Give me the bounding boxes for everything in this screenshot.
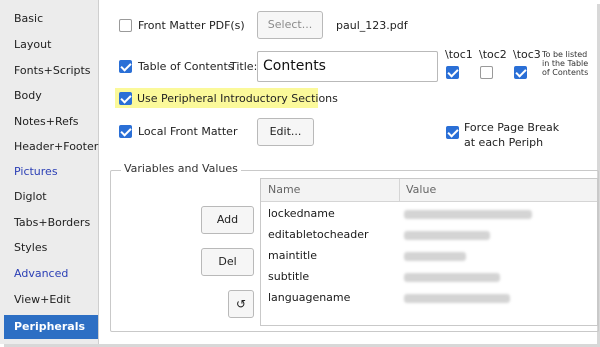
table-row[interactable]: lockedname [261, 204, 597, 225]
toc-checkbox[interactable] [119, 60, 132, 73]
front-matter-filename: paul_123.pdf [336, 19, 408, 32]
del-button[interactable]: Del [201, 248, 254, 276]
row-value-redacted [404, 210, 532, 219]
use-peripheral-label: Use Peripheral Introductory Sections [137, 92, 338, 105]
column-divider [399, 179, 400, 201]
sidebar-item-basic[interactable]: Basic [14, 10, 43, 28]
row-name: maintitle [268, 249, 317, 262]
front-matter-pdf-label: Front Matter PDF(s) [138, 19, 245, 32]
force-page-break-line-1: Force Page Break [464, 121, 560, 134]
toc2-checkbox[interactable] [480, 66, 493, 79]
toc1-checkbox[interactable] [446, 66, 459, 79]
sidebar-item-fonts-scripts[interactable]: Fonts+Scripts [14, 62, 91, 80]
row-value-redacted [404, 294, 510, 303]
sidebar-item-advanced[interactable]: Advanced [14, 265, 68, 283]
column-header-name[interactable]: Name [268, 183, 300, 196]
sidebar-item-layout[interactable]: Layout [14, 36, 51, 54]
table-row[interactable]: editabletocheader [261, 225, 597, 246]
toc-note-line-2: in the Table [542, 59, 589, 68]
sidebar-item-body[interactable]: Body [14, 87, 42, 105]
table-header: Name Value [261, 179, 597, 202]
row-value-redacted [404, 252, 466, 261]
local-front-matter-checkbox[interactable] [119, 125, 132, 138]
sidebar-item-styles[interactable]: Styles [14, 239, 47, 257]
sidebar-item-tabs-borders[interactable]: Tabs+Borders [14, 214, 90, 232]
add-button[interactable]: Add [201, 206, 254, 234]
edit-button[interactable]: Edit... [257, 118, 314, 146]
toc3-label: \toc3 [513, 48, 541, 61]
refresh-button[interactable]: ↺ [228, 290, 254, 318]
use-peripheral-checkbox[interactable] [119, 92, 132, 105]
toc-label: Table of Contents [138, 60, 234, 73]
sidebar: Basic Layout Fonts+Scripts Body Notes+Re… [0, 0, 99, 344]
variables-table[interactable]: Name Value lockedname editabletocheader … [260, 178, 598, 326]
front-matter-pdf-checkbox[interactable] [119, 19, 132, 32]
toc-note-line-1: To be listed [542, 50, 588, 59]
sidebar-item-peripherals[interactable]: Peripherals [4, 315, 98, 339]
toc-title-input[interactable]: Contents [257, 51, 438, 82]
column-header-value[interactable]: Value [406, 183, 436, 196]
toc1-label: \toc1 [445, 48, 473, 61]
variables-group-title: Variables and Values [121, 162, 241, 175]
toc3-checkbox[interactable] [514, 66, 527, 79]
toc-note: To be listed in the Table of Contents [542, 50, 588, 77]
sidebar-item-header-footer[interactable]: Header+Footer [14, 138, 98, 156]
table-row[interactable]: languagename [261, 288, 597, 309]
table-row[interactable]: subtitle [261, 267, 597, 288]
toc-title-label: Title: [230, 60, 258, 73]
toc2-label: \toc2 [479, 48, 507, 61]
row-value-redacted [404, 231, 490, 240]
sidebar-item-view-edit[interactable]: View+Edit [14, 291, 71, 309]
force-page-break-label: Force Page Break at each Periph [464, 120, 559, 150]
row-name: subtitle [268, 270, 310, 283]
select-button[interactable]: Select... [257, 11, 323, 39]
row-name: editabletocheader [268, 228, 369, 241]
row-name: languagename [268, 291, 351, 304]
refresh-icon: ↺ [235, 297, 247, 311]
sidebar-item-diglot[interactable]: Diglot [14, 188, 47, 206]
force-page-break-line-2: at each Periph [464, 136, 544, 149]
table-row[interactable]: maintitle [261, 246, 597, 267]
sidebar-item-notes-refs[interactable]: Notes+Refs [14, 113, 79, 131]
sidebar-item-pictures[interactable]: Pictures [14, 163, 58, 181]
force-page-break-checkbox[interactable] [446, 126, 459, 139]
local-front-matter-label: Local Front Matter [138, 125, 238, 138]
row-name: lockedname [268, 207, 335, 220]
row-value-redacted [404, 273, 500, 282]
toc-note-line-3: of Contents [542, 68, 589, 77]
